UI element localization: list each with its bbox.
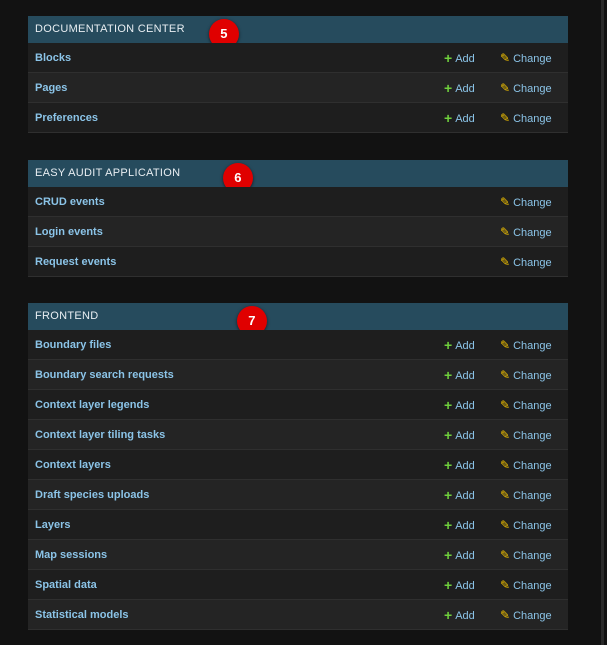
model-row: Context layer tiling tasks + Add ✎ Change <box>28 420 568 450</box>
model-row: Draft species uploads + Add ✎ Change <box>28 480 568 510</box>
change-link[interactable]: ✎ Change <box>500 43 552 74</box>
change-link[interactable]: ✎ Change <box>500 73 552 104</box>
module-title[interactable]: FRONTEND <box>35 310 99 322</box>
model-link[interactable]: Draft species uploads <box>35 480 149 510</box>
model-row: Preferences + Add ✎ Change <box>28 103 568 133</box>
change-link[interactable]: ✎ Change <box>500 247 552 278</box>
pencil-icon: ✎ <box>500 398 511 412</box>
model-link[interactable]: Request events <box>35 247 116 277</box>
module-header: DOCUMENTATION CENTER 5 <box>28 16 568 49</box>
add-link[interactable]: + Add <box>444 480 475 511</box>
model-link[interactable]: Preferences <box>35 103 98 133</box>
plus-icon: + <box>444 457 453 473</box>
model-link[interactable]: Boundary search requests <box>35 360 174 390</box>
module-header: FRONTEND 7 <box>28 303 568 336</box>
model-link[interactable]: Spatial data <box>35 570 97 600</box>
pencil-icon: ✎ <box>500 51 511 65</box>
plus-icon: + <box>444 367 453 383</box>
pencil-icon: ✎ <box>500 428 511 442</box>
pencil-icon: ✎ <box>500 111 511 125</box>
model-link[interactable]: Context layer tiling tasks <box>35 420 165 450</box>
plus-icon: + <box>444 487 453 503</box>
model-link[interactable]: Blocks <box>35 43 71 73</box>
pencil-icon: ✎ <box>500 518 511 532</box>
change-link[interactable]: ✎ Change <box>500 390 552 421</box>
plus-icon: + <box>444 577 453 593</box>
change-link[interactable]: ✎ Change <box>500 450 552 481</box>
model-link[interactable]: Boundary files <box>35 330 111 360</box>
model-link[interactable]: Layers <box>35 510 70 540</box>
add-link[interactable]: + Add <box>444 600 475 631</box>
add-link[interactable]: + Add <box>444 103 475 134</box>
pencil-icon: ✎ <box>500 608 511 622</box>
module-header: EASY AUDIT APPLICATION 6 <box>28 160 568 193</box>
pencil-icon: ✎ <box>500 368 511 382</box>
model-row: Statistical models + Add ✎ Change <box>28 600 568 630</box>
add-link[interactable]: + Add <box>444 43 475 74</box>
plus-icon: + <box>444 80 453 96</box>
model-link[interactable]: Context layers <box>35 450 111 480</box>
add-link[interactable]: + Add <box>444 450 475 481</box>
model-row: Request events ✎ Change <box>28 247 568 277</box>
add-link[interactable]: + Add <box>444 540 475 571</box>
model-row: Context layer legends + Add ✎ Change <box>28 390 568 420</box>
change-link[interactable]: ✎ Change <box>500 510 552 541</box>
model-row: Layers + Add ✎ Change <box>28 510 568 540</box>
module-title[interactable]: DOCUMENTATION CENTER <box>35 23 185 35</box>
model-row: Boundary search requests + Add ✎ Change <box>28 360 568 390</box>
model-row: Login events ✎ Change <box>28 217 568 247</box>
pencil-icon: ✎ <box>500 81 511 95</box>
change-link[interactable]: ✎ Change <box>500 217 552 248</box>
model-row: Boundary files + Add ✎ Change <box>28 330 568 360</box>
add-link[interactable]: + Add <box>444 73 475 104</box>
model-link[interactable]: Login events <box>35 217 103 247</box>
model-row: Pages + Add ✎ Change <box>28 73 568 103</box>
model-link[interactable]: Pages <box>35 73 67 103</box>
change-link[interactable]: ✎ Change <box>500 103 552 134</box>
change-link[interactable]: ✎ Change <box>500 480 552 511</box>
module-frontend: FRONTEND 7 Boundary files + Add ✎ Change B… <box>28 303 568 630</box>
plus-icon: + <box>444 517 453 533</box>
model-row: Map sessions + Add ✎ Change <box>28 540 568 570</box>
change-link[interactable]: ✎ Change <box>500 330 552 361</box>
plus-icon: + <box>444 547 453 563</box>
add-link[interactable]: + Add <box>444 360 475 391</box>
plus-icon: + <box>444 110 453 126</box>
model-row: Blocks + Add ✎ Change <box>28 43 568 73</box>
model-row: CRUD events ✎ Change <box>28 187 568 217</box>
model-link[interactable]: CRUD events <box>35 187 105 217</box>
model-link[interactable]: Statistical models <box>35 600 129 630</box>
change-link[interactable]: ✎ Change <box>500 187 552 218</box>
module-title[interactable]: EASY AUDIT APPLICATION <box>35 167 180 179</box>
add-link[interactable]: + Add <box>444 570 475 601</box>
model-row: Context layers + Add ✎ Change <box>28 450 568 480</box>
change-link[interactable]: ✎ Change <box>500 420 552 451</box>
plus-icon: + <box>444 607 453 623</box>
plus-icon: + <box>444 397 453 413</box>
add-link[interactable]: + Add <box>444 330 475 361</box>
add-link[interactable]: + Add <box>444 510 475 541</box>
change-link[interactable]: ✎ Change <box>500 600 552 631</box>
module-documentation-center: DOCUMENTATION CENTER 5 Blocks + Add ✎ Chan… <box>28 16 568 133</box>
plus-icon: + <box>444 337 453 353</box>
add-link[interactable]: + Add <box>444 420 475 451</box>
module-easy-audit-application: EASY AUDIT APPLICATION 6 CRUD events ✎ Ch… <box>28 160 568 277</box>
pencil-icon: ✎ <box>500 255 511 269</box>
pencil-icon: ✎ <box>500 225 511 239</box>
change-link[interactable]: ✎ Change <box>500 360 552 391</box>
pencil-icon: ✎ <box>500 195 511 209</box>
change-link[interactable]: ✎ Change <box>500 540 552 571</box>
plus-icon: + <box>444 427 453 443</box>
plus-icon: + <box>444 50 453 66</box>
model-link[interactable]: Context layer legends <box>35 390 149 420</box>
pencil-icon: ✎ <box>500 338 511 352</box>
add-link[interactable]: + Add <box>444 390 475 421</box>
model-link[interactable]: Map sessions <box>35 540 107 570</box>
pencil-icon: ✎ <box>500 548 511 562</box>
change-link[interactable]: ✎ Change <box>500 570 552 601</box>
pencil-icon: ✎ <box>500 578 511 592</box>
pencil-icon: ✎ <box>500 488 511 502</box>
pencil-icon: ✎ <box>500 458 511 472</box>
model-row: Spatial data + Add ✎ Change <box>28 570 568 600</box>
